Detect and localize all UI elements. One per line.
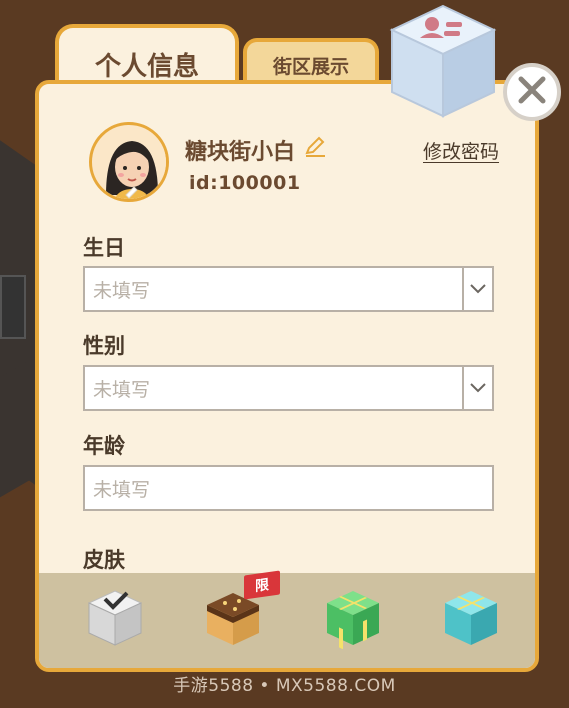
skin-blue-gift[interactable] bbox=[439, 585, 503, 649]
age-label: 年龄 bbox=[83, 434, 125, 458]
skin-green-gift[interactable] bbox=[321, 585, 385, 650]
username-text: 糖块街小白 bbox=[185, 140, 296, 165]
background-building bbox=[0, 275, 26, 339]
edit-pencil-icon[interactable] bbox=[303, 135, 327, 165]
profile-cube-icon bbox=[388, 2, 498, 120]
gender-label: 性别 bbox=[83, 334, 125, 358]
age-input[interactable]: 未填写 bbox=[83, 465, 494, 511]
change-password-link[interactable]: 修改密码 bbox=[423, 137, 499, 164]
profile-panel: 糖块街小白 id:100001 修改密码 生日 未填写 性别 未填写 年龄 未填… bbox=[35, 80, 539, 672]
birthday-select[interactable]: 未填写 bbox=[83, 266, 494, 312]
skin-label: 皮肤 bbox=[83, 548, 125, 572]
birthday-label: 生日 bbox=[83, 236, 125, 260]
birthday-placeholder: 未填写 bbox=[93, 279, 151, 302]
skin-selector-bar: 限 bbox=[39, 570, 535, 668]
age-placeholder: 未填写 bbox=[93, 478, 151, 501]
gender-placeholder: 未填写 bbox=[93, 378, 151, 401]
avatar[interactable] bbox=[89, 122, 169, 202]
chevron-down-icon[interactable] bbox=[462, 268, 492, 310]
skin-white-cube-selected[interactable] bbox=[83, 585, 147, 649]
limited-badge: 限 bbox=[244, 570, 280, 600]
close-icon bbox=[517, 75, 547, 109]
user-id: id:100001 bbox=[189, 172, 301, 194]
chevron-down-icon[interactable] bbox=[462, 367, 492, 409]
gender-select[interactable]: 未填写 bbox=[83, 365, 494, 411]
close-button[interactable] bbox=[503, 63, 561, 121]
username: 糖块街小白 bbox=[185, 134, 327, 166]
watermark: 手游5588 • MX5588.COM bbox=[173, 676, 396, 696]
